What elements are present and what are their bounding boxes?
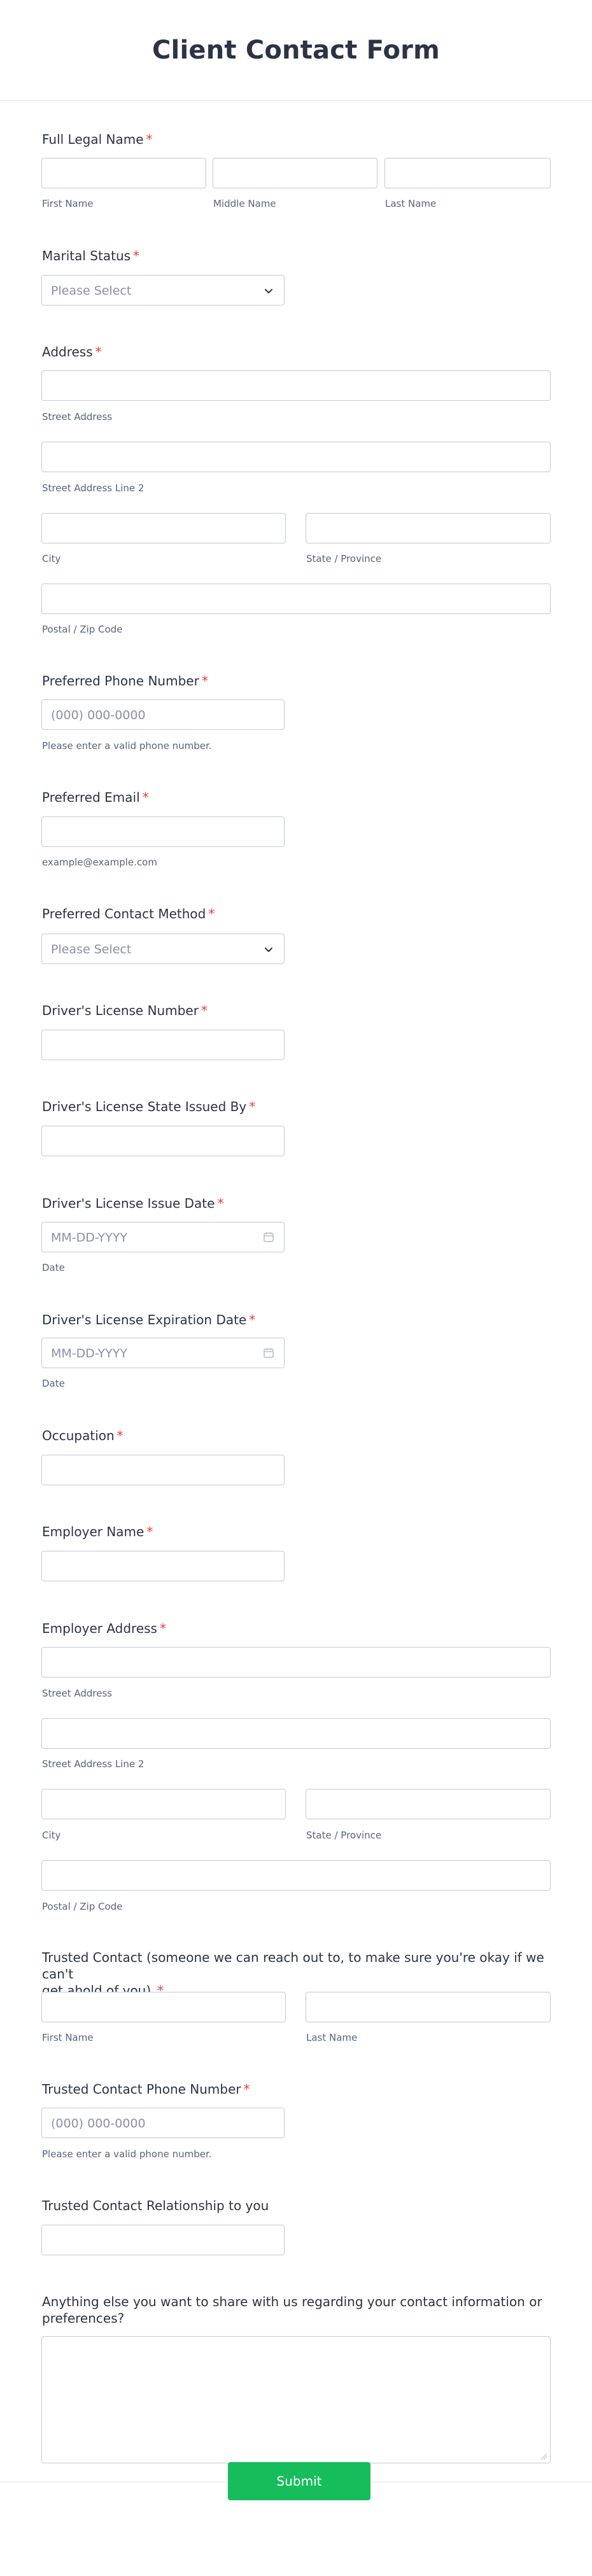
required-mark: * (142, 790, 149, 805)
middle-name-sublabel: Middle Name (213, 198, 276, 209)
employer-city-sublabel: City (42, 1830, 61, 1841)
employer-state-sublabel: State / Province (306, 1830, 382, 1841)
zip-sublabel: Postal / Zip Code (42, 624, 123, 635)
employer-name-input[interactable] (41, 1551, 285, 1581)
zip-input[interactable] (41, 584, 551, 614)
license-number-label: Driver's License Number * (42, 1003, 208, 1018)
street-address-sublabel: Street Address (42, 411, 113, 423)
license-issue-label: Driver's License Issue Date * (42, 1196, 224, 1211)
required-mark: * (159, 1621, 166, 1636)
employer-zip-input[interactable] (41, 1860, 551, 1891)
employer-street-sublabel: Street Address (42, 1688, 113, 1699)
phone-label: Preferred Phone Number * (42, 673, 208, 689)
submit-button[interactable]: Submit (228, 2462, 370, 2500)
employer-street2-sublabel: Street Address Line 2 (42, 1758, 144, 1770)
contact-method-placeholder: Please Select (51, 942, 132, 956)
required-mark: * (133, 248, 140, 263)
city-sublabel: City (42, 553, 61, 564)
last-name-input[interactable] (384, 158, 551, 188)
phone-placeholder: (000) 000-0000 (51, 708, 146, 722)
trusted-last-name-sublabel: Last Name (306, 2032, 358, 2043)
occupation-label: Occupation * (42, 1428, 123, 1443)
street-address-line2-input[interactable] (41, 442, 551, 472)
form-title: Client Contact Form (152, 35, 440, 65)
anything-else-textarea[interactable] (41, 2336, 551, 2463)
required-mark: * (201, 1003, 208, 1018)
street-address-input[interactable] (41, 370, 551, 401)
email-label: Preferred Email * (42, 790, 149, 805)
trusted-relationship-label: Trusted Contact Relationship to you (42, 2198, 269, 2213)
anything-else-label: Anything else you want to share with us … (42, 2294, 542, 2326)
trusted-phone-input[interactable]: (000) 000-0000 (41, 2108, 285, 2138)
license-exp-date-input[interactable]: MM-DD-YYYY (41, 1338, 285, 1368)
required-mark: * (95, 344, 102, 360)
license-exp-label: Driver's License Expiration Date * (42, 1312, 256, 1327)
form-page: Client Contact Form Full Legal Name * Fir… (0, 0, 592, 2576)
contact-method-label: Preferred Contact Method * (42, 906, 215, 921)
trusted-relationship-input[interactable] (41, 2225, 285, 2255)
calendar-icon[interactable] (262, 1231, 275, 1243)
license-exp-placeholder: MM-DD-YYYY (51, 1347, 127, 1361)
license-state-input[interactable] (41, 1126, 285, 1156)
marital-status-label: Marital Status * (42, 248, 140, 263)
calendar-icon[interactable] (262, 1347, 275, 1359)
license-issue-date-input[interactable]: MM-DD-YYYY (41, 1222, 285, 1252)
required-mark: * (146, 132, 153, 147)
trusted-phone-hint: Please enter a valid phone number. (42, 2148, 212, 2160)
state-input[interactable] (306, 513, 551, 543)
employer-street2-input[interactable] (41, 1718, 551, 1749)
required-mark: * (249, 1099, 256, 1114)
required-mark: * (243, 2082, 250, 2097)
state-sublabel: State / Province (306, 553, 382, 564)
resize-handle-icon[interactable] (540, 2453, 547, 2460)
form-header: Client Contact Form (0, 0, 592, 101)
marital-status-placeholder: Please Select (51, 284, 132, 298)
employer-street-input[interactable] (41, 1647, 551, 1677)
license-state-label: Driver's License State Issued By * (42, 1099, 256, 1114)
employer-state-input[interactable] (306, 1789, 551, 1819)
license-exp-hint: Date (42, 1378, 65, 1389)
required-mark: * (208, 906, 215, 921)
city-input[interactable] (41, 513, 286, 543)
middle-name-input[interactable] (213, 158, 377, 188)
marital-status-select[interactable]: Please Select (41, 275, 285, 305)
contact-method-select[interactable]: Please Select (41, 934, 285, 964)
employer-city-input[interactable] (41, 1789, 286, 1819)
email-input[interactable] (41, 816, 285, 847)
first-name-sublabel: First Name (42, 198, 94, 209)
phone-hint: Please enter a valid phone number. (42, 740, 212, 752)
license-issue-placeholder: MM-DD-YYYY (51, 1231, 127, 1245)
trusted-first-name-sublabel: First Name (42, 2032, 94, 2043)
address-label: Address * (42, 344, 102, 360)
occupation-input[interactable] (41, 1455, 285, 1485)
employer-name-label: Employer Name * (42, 1524, 153, 1539)
license-issue-hint: Date (42, 1262, 65, 1273)
email-hint: example@example.com (42, 857, 157, 868)
employer-address-label: Employer Address * (42, 1621, 166, 1636)
first-name-input[interactable] (41, 158, 206, 188)
required-mark: * (116, 1428, 123, 1443)
phone-input[interactable]: (000) 000-0000 (41, 699, 285, 730)
required-mark: * (201, 673, 208, 689)
trusted-phone-placeholder: (000) 000-0000 (51, 2117, 146, 2131)
required-mark: * (217, 1196, 224, 1211)
trusted-phone-label: Trusted Contact Phone Number * (42, 2082, 250, 2097)
required-mark: * (146, 1524, 153, 1539)
employer-zip-sublabel: Postal / Zip Code (42, 1901, 123, 1912)
last-name-sublabel: Last Name (385, 198, 437, 209)
trusted-first-name-input[interactable] (41, 1992, 286, 2022)
street-address-line2-sublabel: Street Address Line 2 (42, 482, 144, 494)
full-name-label: Full Legal Name * (42, 132, 153, 147)
trusted-last-name-input[interactable] (306, 1992, 551, 2022)
chevron-down-icon (265, 948, 272, 952)
license-number-input[interactable] (41, 1030, 285, 1060)
chevron-down-icon (265, 289, 272, 293)
required-mark: * (249, 1312, 256, 1327)
